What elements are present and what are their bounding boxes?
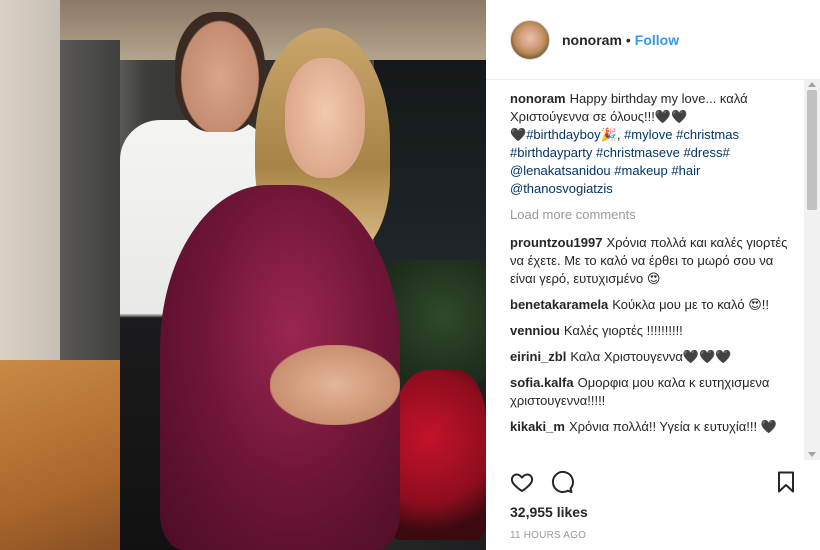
- heart-icon[interactable]: [510, 470, 534, 494]
- photo-poinsettia: [390, 370, 486, 540]
- comments-list: nonoram Happy birthday my love... καλά Χρ…: [510, 90, 800, 462]
- photo-woman-face: [285, 58, 365, 178]
- comment-text: Καλές γιορτές !!!!!!!!!!: [563, 323, 683, 338]
- comment-text: Καλα Χριστουγεννα🖤🖤🖤: [570, 349, 732, 364]
- caption-username[interactable]: nonoram: [510, 91, 566, 106]
- caption: nonoram Happy birthday my love... καλά Χρ…: [510, 91, 748, 196]
- comment-item: venniou Καλές γιορτές !!!!!!!!!!: [510, 322, 800, 340]
- follow-button[interactable]: Follow: [635, 32, 679, 48]
- hashtag-link[interactable]: #dress#: [683, 145, 729, 160]
- hashtag-link[interactable]: #makeup: [614, 163, 667, 178]
- mention-link[interactable]: @thanosvogiatzis: [510, 181, 613, 196]
- photo-man-head: [175, 12, 265, 132]
- mention-link[interactable]: @lenakatsanidou: [510, 163, 611, 178]
- comment-username[interactable]: prountzou1997: [510, 235, 602, 250]
- header-separator: •: [625, 31, 631, 48]
- avatar[interactable]: [510, 19, 550, 60]
- comment-item: benetakaramela Κούκλα μου με το καλό 😍!!: [510, 296, 800, 314]
- header-username[interactable]: nonoram: [562, 32, 622, 48]
- hashtag-link[interactable]: #birthdayparty: [510, 145, 592, 160]
- comments-scrollbar[interactable]: [804, 80, 820, 460]
- comment-username[interactable]: kikaki_m: [510, 419, 565, 434]
- comment-item: eirini_zbl Καλα Χριστουγεννα🖤🖤🖤: [510, 348, 800, 366]
- scroll-up-arrow-icon[interactable]: [808, 82, 816, 87]
- hashtag-link[interactable]: #birthdayboy🎉: [526, 127, 617, 142]
- bookmark-icon[interactable]: [774, 470, 798, 494]
- comment-username[interactable]: benetakaramela: [510, 297, 608, 312]
- speech-bubble-icon[interactable]: [550, 470, 574, 494]
- caption-heart: 🖤: [510, 127, 527, 142]
- comment-item: kikaki_m Χρόνια πολλά!! Υγεία κ ευτυχία!!…: [510, 418, 800, 436]
- scrollbar-thumb[interactable]: [807, 90, 817, 210]
- comment-item: sofia.kalfa Ομορφια μου καλα κ ευτηχισμεν…: [510, 374, 800, 410]
- post-photo[interactable]: [0, 0, 486, 550]
- hashtag-link[interactable]: #mylove: [624, 127, 672, 142]
- post-side-panel: nonoram • Follow nonoram Happy birthday m…: [486, 0, 820, 550]
- comment-text: Κούκλα μου με το καλό 😍!!: [612, 297, 769, 312]
- comment-username[interactable]: sofia.kalfa: [510, 375, 574, 390]
- post-header: nonoram • Follow: [486, 0, 820, 80]
- comment-username[interactable]: eirini_zbl: [510, 349, 566, 364]
- hashtag-link[interactable]: #hair: [671, 163, 700, 178]
- hashtag-link[interactable]: #christmaseve: [596, 145, 680, 160]
- load-more-comments[interactable]: Load more comments: [510, 206, 800, 224]
- comment-item: prountzou1997 Χρόνια πολλά και καλές γιορ…: [510, 234, 800, 288]
- post-timestamp[interactable]: 11 HOURS AGO: [510, 530, 586, 541]
- comment-username[interactable]: venniou: [510, 323, 560, 338]
- comment-text: Χρόνια πολλά!! Υγεία κ ευτυχία!!! 🖤: [568, 419, 777, 434]
- photo-hands: [270, 345, 400, 425]
- scroll-down-arrow-icon[interactable]: [808, 452, 816, 457]
- likes-count[interactable]: 32,955 likes: [510, 504, 588, 520]
- post-actions: [510, 470, 796, 496]
- hashtag-link[interactable]: #christmas: [676, 127, 739, 142]
